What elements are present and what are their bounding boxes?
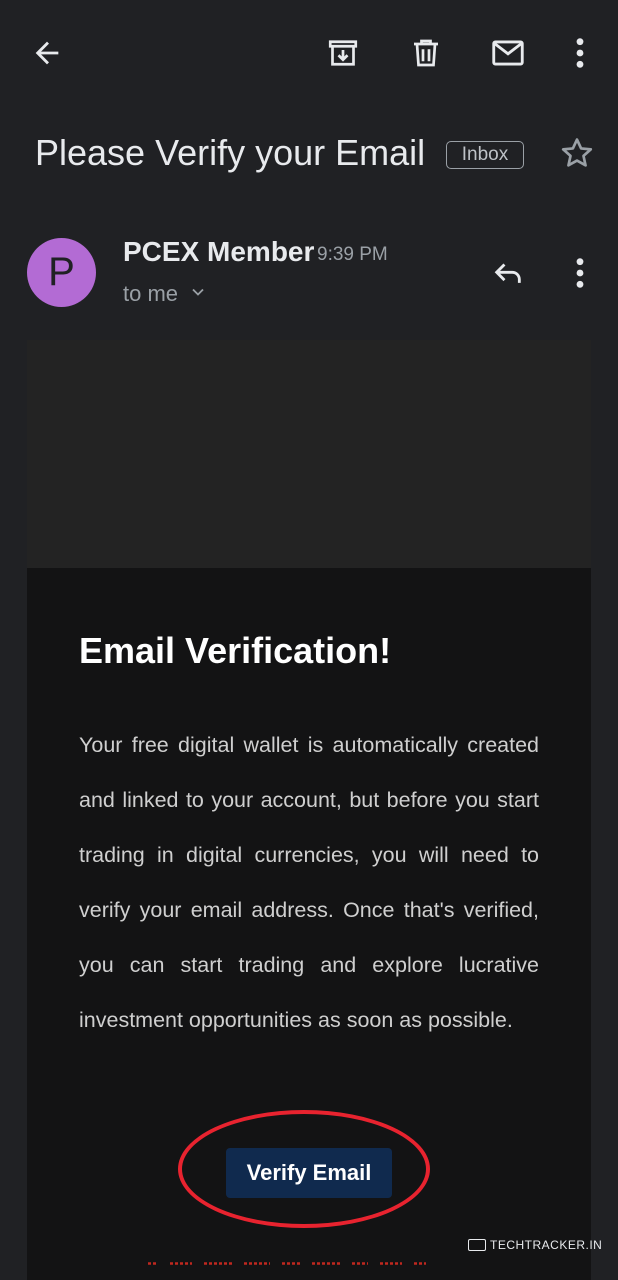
recipient-details[interactable]: to me <box>123 281 208 308</box>
sender-name: PCEX Member <box>123 236 315 267</box>
email-subject: Please Verify your Email <box>35 132 426 173</box>
message-more-icon[interactable] <box>566 256 594 290</box>
archive-icon[interactable] <box>325 35 361 71</box>
more-vert-icon[interactable] <box>566 36 594 70</box>
chevron-down-icon[interactable] <box>188 282 208 308</box>
watermark-text: TECHTRACKER.IN <box>490 1238 603 1252</box>
reply-icon[interactable] <box>490 256 526 290</box>
watermark-logo-icon <box>468 1239 486 1251</box>
inbox-label-badge[interactable]: Inbox <box>446 141 524 169</box>
email-body-paragraph: Your free digital wallet is automaticall… <box>79 733 539 1032</box>
red-highlight-circle <box>178 1110 430 1228</box>
watermark: TECHTRACKER.IN <box>468 1238 602 1252</box>
recipient-text: to me <box>123 281 179 306</box>
back-arrow-icon[interactable] <box>30 36 64 70</box>
email-body-title: Email Verification! <box>79 630 392 671</box>
avatar[interactable]: P <box>27 238 96 307</box>
trash-icon[interactable] <box>408 35 444 71</box>
email-header-banner <box>27 340 591 568</box>
clipped-red-text <box>148 1262 426 1265</box>
star-icon[interactable] <box>558 134 596 172</box>
mail-icon[interactable] <box>489 34 527 72</box>
sent-time: 9:39 PM <box>317 244 388 265</box>
